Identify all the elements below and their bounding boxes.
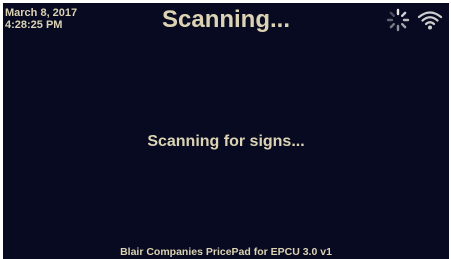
status-message: Scanning for signs...	[147, 133, 305, 150]
footer-label: Blair Companies PricePad for EPCU 3.0 v1	[120, 246, 332, 258]
wifi-signal-icon	[417, 11, 443, 30]
page-title: Scanning...	[161, 6, 290, 33]
device-screen: March 8, 2017 4:28:25 PM Scanning... Sca…	[3, 3, 449, 259]
loading-spinner-icon	[386, 8, 410, 32]
